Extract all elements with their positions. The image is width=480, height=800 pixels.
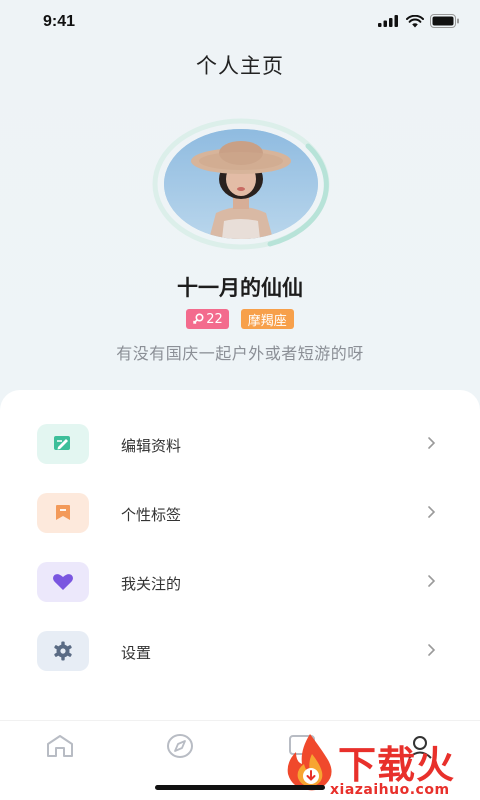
profile-badges: 22 摩羯座 [0, 309, 480, 329]
chevron-right-icon [428, 575, 436, 587]
watermark-text: 下载火 [338, 743, 456, 787]
battery-icon [430, 14, 459, 28]
status-time: 9:41 [43, 13, 76, 30]
age-badge: 22 [186, 309, 229, 329]
zodiac-value: 摩羯座 [247, 313, 287, 329]
avatar-container[interactable] [150, 118, 332, 250]
chevron-right-icon [428, 644, 436, 656]
menu-label-following: 我关注的 [121, 575, 182, 593]
chevron-right-icon [428, 437, 436, 449]
menu-item-following[interactable]: 我关注的 [0, 562, 480, 622]
bookmark-icon [56, 505, 70, 520]
menu-item-edit-profile[interactable]: 编辑资料 [0, 424, 480, 484]
female-icon [193, 313, 204, 325]
gear-icon-box [37, 631, 89, 671]
zodiac-badge: 摩羯座 [240, 309, 294, 329]
gear-icon [54, 641, 72, 661]
menu-label-edit-profile: 编辑资料 [121, 437, 182, 455]
watermark-url: xiazaihuo.com [330, 782, 450, 798]
compass-icon[interactable] [165, 733, 195, 759]
user-bio: 有没有国庆一起户外或者短游的呀 [116, 344, 364, 363]
home-indicator [155, 785, 325, 790]
edit-icon-box [37, 424, 89, 464]
age-value: 22 [206, 311, 223, 327]
wifi-icon [406, 14, 424, 27]
edit-icon [54, 436, 70, 450]
bookmark-icon-box [37, 493, 89, 533]
heart-icon-box [37, 562, 89, 602]
avatar[interactable] [164, 129, 318, 239]
status-icons [378, 14, 460, 28]
menu-label-tags: 个性标签 [121, 506, 182, 524]
menu-label-settings: 设置 [121, 644, 152, 662]
avatar-photo [164, 129, 318, 239]
menu-item-tags[interactable]: 个性标签 [0, 493, 480, 553]
status-bar: 9:41 [0, 0, 480, 44]
menu-card: 编辑资料 个性标签 我关注的 设置 [0, 390, 480, 720]
chevron-right-icon [428, 506, 436, 518]
heart-icon [53, 574, 73, 590]
home-icon[interactable] [45, 733, 75, 759]
menu-item-settings[interactable]: 设置 [0, 631, 480, 691]
user-name: 十一月的仙仙 [177, 276, 303, 300]
signal-icon [378, 15, 398, 27]
page-title: 个人主页 [196, 54, 284, 78]
